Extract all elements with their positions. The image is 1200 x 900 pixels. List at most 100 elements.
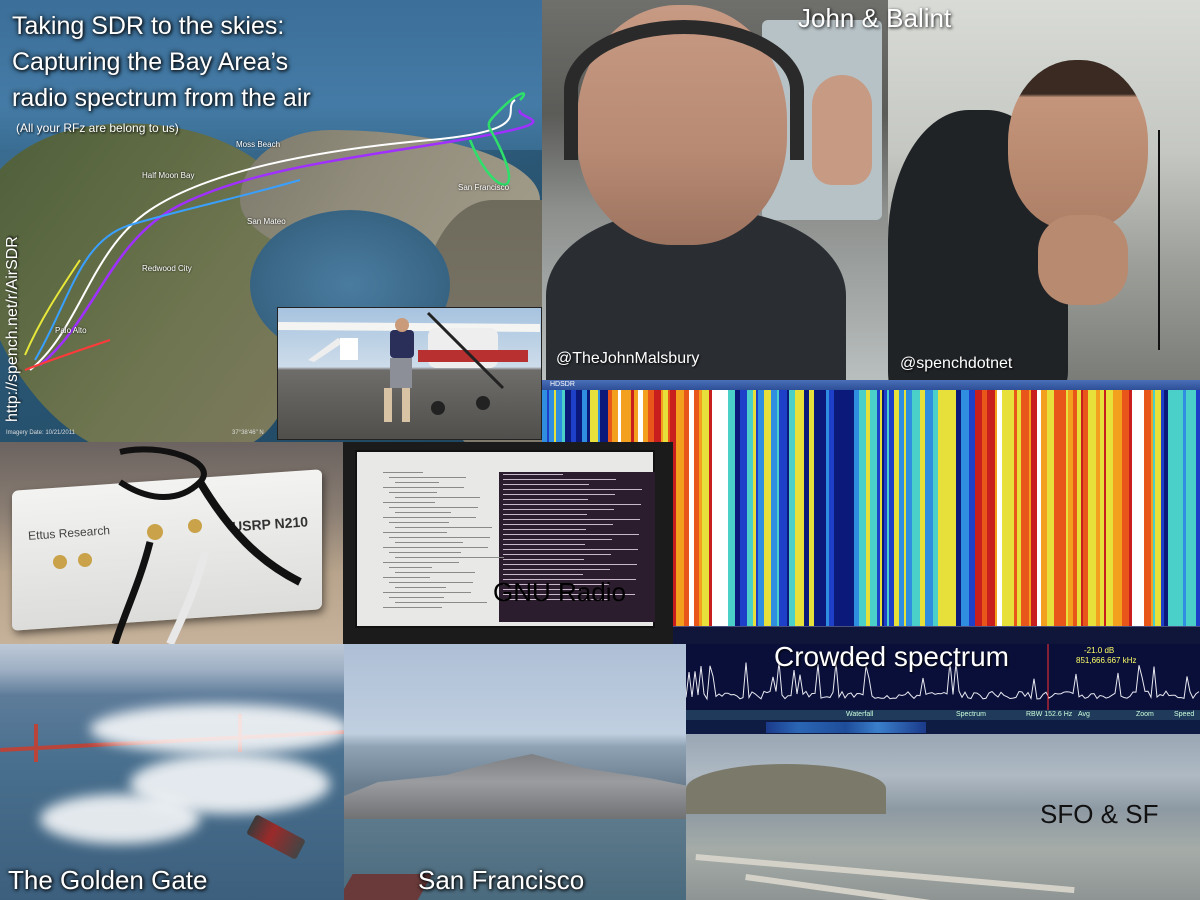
waterfall-stripe	[975, 390, 982, 626]
waterfall-stripe	[920, 390, 925, 626]
terminal-line	[503, 514, 587, 515]
golden-gate-label: The Golden Gate	[8, 865, 208, 895]
waterfall-stripe	[1066, 390, 1068, 626]
code-line	[383, 502, 435, 503]
john-photo: @TheJohnMalsbury	[542, 0, 888, 380]
san-francisco-label: San Francisco	[418, 865, 585, 895]
terminal-line	[503, 569, 610, 570]
waterfall-stripe	[809, 390, 814, 626]
waterfall-stripe	[1161, 390, 1164, 626]
bridge-tower	[34, 724, 38, 762]
code-line	[395, 572, 475, 573]
waterfall-stripe	[826, 390, 829, 626]
waterfall-stripe	[844, 390, 850, 626]
zoom-control[interactable]: Zoom	[1136, 711, 1154, 718]
terminal-line	[503, 499, 588, 500]
san-francisco-photo: San Francisco	[344, 644, 686, 900]
waterfall-stripe	[831, 390, 834, 626]
waving-hand	[812, 75, 872, 185]
speed-control[interactable]: Speed	[1174, 711, 1194, 718]
waterfall-stripe	[1058, 390, 1066, 626]
names-caption: John & Balint	[798, 3, 952, 33]
waterfall-stripe	[764, 390, 766, 626]
waterfall-stripe	[1017, 390, 1021, 626]
waterfall-stripe	[1073, 390, 1077, 626]
sfo-sf-label: SFO & SF	[1040, 799, 1159, 829]
code-line	[395, 497, 480, 498]
code-line	[389, 537, 490, 538]
fog	[40, 794, 200, 844]
waterfall-stripe	[1083, 390, 1088, 626]
waterfall-stripe	[1132, 390, 1140, 626]
waterfall-stripe	[735, 390, 740, 626]
terminal-line	[503, 559, 584, 560]
subtitle: (All your RFz are belong to us)	[16, 121, 179, 135]
waterfall-stripe	[1047, 390, 1054, 626]
waterfall-stripe	[880, 390, 882, 626]
waterfall-stripe	[753, 390, 756, 626]
code-line	[389, 507, 478, 508]
waterfall-stripe	[1096, 390, 1100, 626]
waterfall-tab[interactable]: Waterfall	[846, 711, 873, 718]
title-line-3: radio spectrum from the air	[12, 84, 311, 112]
place-label: San Mateo	[247, 217, 286, 226]
code-line	[383, 517, 476, 518]
waterfall-stripe	[961, 390, 969, 626]
waterfall-stripe	[684, 390, 689, 626]
hills	[686, 764, 886, 814]
golden-gate-photo: The Golden Gate	[0, 644, 344, 900]
waterfall-stripe	[1077, 390, 1081, 626]
terminal-line	[503, 534, 639, 535]
waterfall-stripe	[1100, 390, 1104, 626]
waterfall-stripe	[997, 390, 1002, 626]
code-line	[395, 602, 487, 603]
waterfall-stripe	[889, 390, 894, 626]
waterfall-stripe	[1188, 390, 1196, 626]
code-line	[383, 577, 430, 578]
code-line	[395, 557, 504, 558]
waterfall-stripe	[829, 390, 831, 626]
code-line	[383, 487, 464, 488]
window-title: HDSDR	[550, 381, 575, 388]
waterfall-stripe	[1186, 390, 1188, 626]
waterfall-stripe	[795, 390, 801, 626]
waterfall-stripe	[906, 390, 912, 626]
cessna-shape	[278, 311, 540, 422]
tuned-frequency: 851,666.667 kHz	[1076, 656, 1137, 665]
waterfall-stripe	[709, 390, 712, 626]
code-line	[389, 582, 473, 583]
waterfall-stripe	[801, 390, 804, 626]
waterfall-stripe	[766, 390, 771, 626]
place-label: San Francisco	[458, 183, 510, 192]
thumbs-up-hand	[1038, 215, 1128, 305]
waterfall-stripe	[1106, 390, 1113, 626]
balint-photo: @spenchdotnet	[888, 0, 1200, 380]
project-url: http://spench.net/r/AirSDR	[4, 236, 21, 422]
avg-control[interactable]: Avg	[1078, 711, 1090, 718]
waterfall-stripe	[1081, 390, 1083, 626]
waterfall-stripe	[1008, 390, 1014, 626]
waterfall-stripe	[1054, 390, 1058, 626]
waterfall-stripe	[1176, 390, 1183, 626]
waterfall-stripe	[789, 390, 795, 626]
headset-icon	[564, 20, 804, 160]
waterfall-stripe	[676, 390, 684, 626]
waterfall-stripe	[1002, 390, 1008, 626]
waterfall-stripe	[938, 390, 945, 626]
waterfall-stripe	[1168, 390, 1176, 626]
laptop-photo: GNU Radio	[343, 442, 673, 644]
waterfall-stripe	[787, 390, 789, 626]
city-skyline	[344, 754, 686, 824]
cables	[53, 446, 302, 644]
waterfall-stripe	[1164, 390, 1168, 626]
code-line	[389, 552, 461, 553]
waterfall-stripe	[1031, 390, 1034, 626]
waterfall-stripe	[982, 390, 987, 626]
terminal-line	[503, 509, 614, 510]
spectrum-tab[interactable]: Spectrum	[956, 711, 986, 718]
terminal-line	[503, 524, 613, 525]
waterfall-stripe	[904, 390, 906, 626]
waterfall-stripe	[1196, 390, 1200, 626]
terminal-line	[503, 489, 642, 490]
waterfall-stripe	[854, 390, 859, 626]
